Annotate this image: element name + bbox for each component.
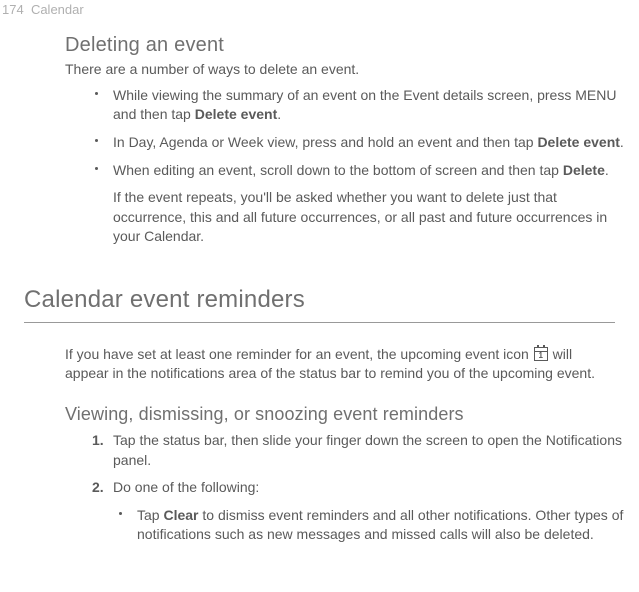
text-bold: Delete event (195, 106, 277, 122)
text-frag: . (620, 134, 624, 150)
bullet-text: Tap Clear to dismiss event reminders and… (137, 507, 623, 543)
bullet-dot-icon (119, 512, 122, 515)
bullet-item: When editing an event, scroll down to th… (89, 161, 627, 181)
bullet-text: In Day, Agenda or Week view, press and h… (113, 134, 624, 150)
bullet-item: While viewing the summary of an event on… (89, 86, 627, 125)
bullet-item: Tap Clear to dismiss event reminders and… (113, 506, 627, 545)
repeat-note: If the event repeats, you'll be asked wh… (113, 188, 627, 247)
bullet-text: When editing an event, scroll down to th… (113, 162, 609, 178)
num-text: Tap the status bar, then slide your fing… (113, 432, 622, 468)
text-bold: Clear (163, 507, 198, 523)
calendar-reminder-icon (534, 347, 548, 361)
deleting-intro: There are a number of ways to delete an … (65, 60, 627, 80)
numbered-item: 2. Do one of the following: (89, 478, 627, 498)
text-frag: In Day, Agenda or Week view, press and h… (113, 134, 537, 150)
divider (24, 322, 615, 323)
text-frag: . (277, 106, 281, 122)
viewing-sub-heading: Viewing, dismissing, or snoozing event r… (65, 402, 627, 427)
reminders-title: Calendar event reminders (24, 283, 627, 317)
text-frag: While viewing the summary of an event on… (113, 87, 616, 123)
page-header: 174 Calendar (0, 0, 639, 19)
text-frag: to dismiss event reminders and all other… (137, 507, 623, 543)
bullet-dot-icon (95, 167, 98, 170)
text-bold: Delete (563, 162, 605, 178)
bullet-dot-icon (95, 92, 98, 95)
text-frag: . (605, 162, 609, 178)
num-text: Do one of the following: (113, 479, 259, 495)
page-content: Deleting an event There are a number of … (0, 31, 639, 545)
numbered-list: 1. Tap the status bar, then slide your f… (89, 431, 627, 498)
bullet-text: While viewing the summary of an event on… (113, 87, 616, 123)
list-number: 2. (92, 478, 104, 498)
nested-bullet-list: Tap Clear to dismiss event reminders and… (113, 506, 627, 545)
list-number: 1. (92, 431, 104, 451)
text-frag: When editing an event, scroll down to th… (113, 162, 563, 178)
deleting-bullet-list: While viewing the summary of an event on… (89, 86, 627, 180)
reminders-body: If you have set at least one reminder fo… (65, 345, 613, 384)
header-section: Calendar (31, 2, 84, 17)
deleting-event-title: Deleting an event (65, 31, 627, 59)
text-frag: Tap (137, 507, 163, 523)
bullet-item: In Day, Agenda or Week view, press and h… (89, 133, 627, 153)
text-frag: If you have set at least one reminder fo… (65, 346, 533, 362)
bullet-dot-icon (95, 139, 98, 142)
page-number: 174 (2, 2, 24, 17)
text-bold: Delete event (537, 134, 619, 150)
numbered-item: 1. Tap the status bar, then slide your f… (89, 431, 627, 470)
